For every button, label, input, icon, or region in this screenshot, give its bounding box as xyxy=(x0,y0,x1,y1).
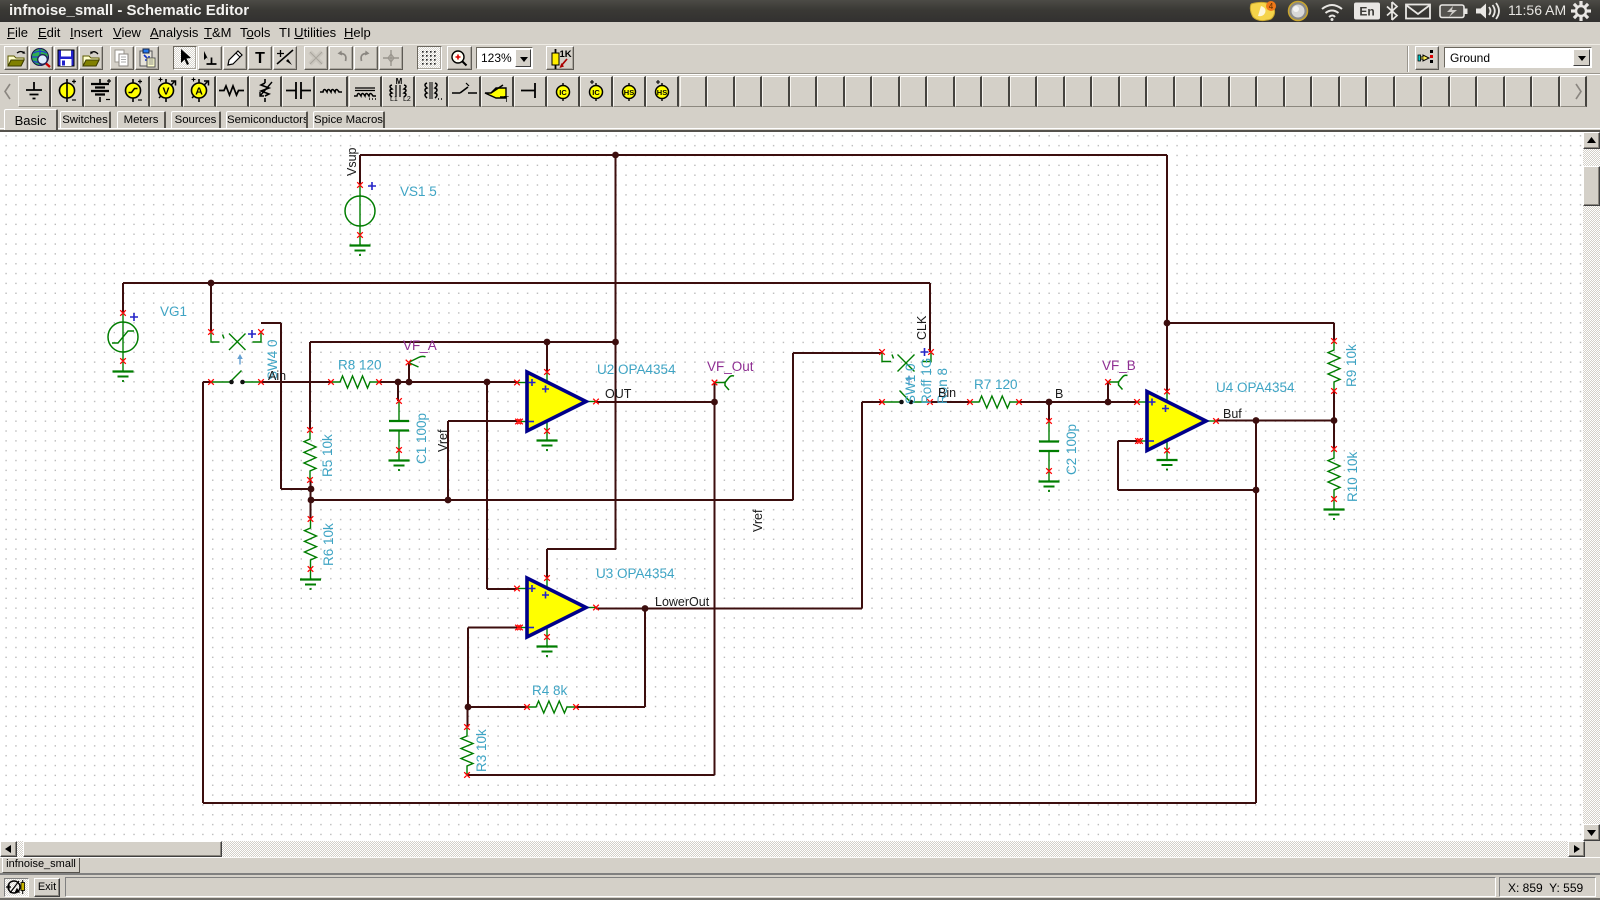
svg-text:1K: 1K xyxy=(560,49,572,60)
svg-text:R9 10k: R9 10k xyxy=(1344,344,1359,387)
svg-text:A: A xyxy=(195,86,203,98)
svg-text:VS1 5: VS1 5 xyxy=(400,184,437,199)
svg-text:Vsup: Vsup xyxy=(345,147,359,176)
svg-text:M: M xyxy=(395,77,402,86)
svg-text:CLK: CLK xyxy=(915,315,929,340)
svg-text:U2 OPA4354: U2 OPA4354 xyxy=(597,362,676,377)
svg-text:VF_Out: VF_Out xyxy=(707,359,754,374)
svg-text:Vref: Vref xyxy=(436,429,450,452)
svg-text:HS: HS xyxy=(624,88,634,97)
svg-text:Roff 1G: Roff 1G xyxy=(919,358,934,404)
svg-text:VG1: VG1 xyxy=(160,304,187,319)
svg-text:T: T xyxy=(255,50,265,67)
svg-text:C2 100p: C2 100p xyxy=(1064,424,1079,475)
svg-text:Buf: Buf xyxy=(1223,407,1242,421)
svg-text:Ain: Ain xyxy=(268,369,286,383)
svg-text:4: 4 xyxy=(1269,2,1274,11)
svg-text:En: En xyxy=(1359,5,1374,19)
svg-text:R6 10k: R6 10k xyxy=(321,523,336,566)
svg-text:L2: L2 xyxy=(403,96,411,103)
svg-text:V: V xyxy=(162,86,169,98)
svg-text:OUT: OUT xyxy=(605,387,632,401)
svg-text:C1 100p: C1 100p xyxy=(414,413,429,464)
svg-text:Vref: Vref xyxy=(751,509,765,532)
svg-text:U4 OPA4354: U4 OPA4354 xyxy=(1216,380,1295,395)
svg-text:U3 OPA4354: U3 OPA4354 xyxy=(596,566,675,581)
svg-text:LowerOut: LowerOut xyxy=(655,595,710,609)
svg-text:T: T xyxy=(504,95,509,104)
svg-text:Bin: Bin xyxy=(938,386,956,400)
svg-text:R3 10k: R3 10k xyxy=(474,729,489,772)
svg-text:B: B xyxy=(1055,387,1063,401)
svg-text:R7 120: R7 120 xyxy=(974,377,1018,392)
svg-text:R4 8k: R4 8k xyxy=(532,683,568,698)
svg-text:HS: HS xyxy=(657,88,667,97)
svg-text:L1: L1 xyxy=(390,96,398,103)
svg-text:VF_B: VF_B xyxy=(1102,358,1136,373)
svg-text:R8 120: R8 120 xyxy=(338,358,382,373)
svg-text:R10 10k: R10 10k xyxy=(1345,451,1360,502)
svg-text:R5 10k: R5 10k xyxy=(320,434,335,477)
svg-text:IC: IC xyxy=(592,88,600,97)
svg-text:IC: IC xyxy=(559,88,567,97)
svg-text:VF_A: VF_A xyxy=(403,338,437,353)
svg-text:SW1 0: SW1 0 xyxy=(903,363,918,404)
